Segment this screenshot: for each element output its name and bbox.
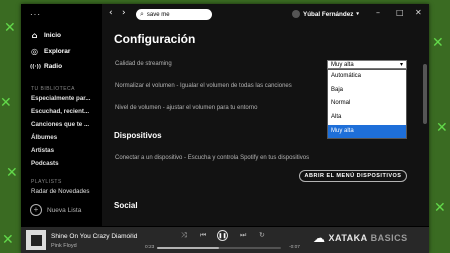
playlist-item[interactable]: Radar de Novedades xyxy=(31,188,89,195)
normalize-volume-label: Normalizar el volumen - Igualar el volum… xyxy=(115,83,292,89)
close-icon[interactable]: ✕ xyxy=(415,8,422,17)
new-playlist-label: Nueva Lista xyxy=(47,206,82,214)
watermark-brand: XATAKA xyxy=(328,233,368,243)
page-title: Configuración xyxy=(114,32,196,46)
search-icon: ⌕ xyxy=(140,10,144,18)
repeat-icon[interactable]: ↻ xyxy=(259,231,265,239)
quality-option[interactable]: Baja xyxy=(328,84,406,98)
progress-fill xyxy=(157,247,219,249)
streaming-quality-label: Calidad de streaming xyxy=(115,61,172,67)
nav-browse-label: Explorar xyxy=(44,48,71,55)
home-icon: ⌂ xyxy=(31,31,38,40)
library-item[interactable]: Especialmente par... xyxy=(31,95,91,102)
xataka-logo-icon: ☁ xyxy=(313,231,326,245)
search-box[interactable]: ⌕ xyxy=(136,9,212,20)
plus-icon: + xyxy=(30,204,42,216)
sidebar: ··· ⌂ Inicio ◎ Explorar ((·)) Radio TU B… xyxy=(21,4,102,226)
new-playlist-button[interactable]: + Nueva Lista xyxy=(30,204,81,216)
progress-bar[interactable] xyxy=(157,247,281,249)
devices-section-title: Dispositivos xyxy=(114,131,162,140)
nav-home[interactable]: ⌂ Inicio xyxy=(30,31,61,40)
nav-home-label: Inicio xyxy=(44,32,61,39)
select-value: Muy alta xyxy=(331,61,354,68)
next-icon[interactable]: ⏭ xyxy=(240,231,246,240)
quality-option[interactable]: Automática xyxy=(328,70,406,84)
watermark-sub: BASICS xyxy=(370,233,408,243)
menu-dots-icon[interactable]: ··· xyxy=(30,10,41,19)
main-panel: ‹ › ⌕ Yúbal Fernández ▾ – □ ✕ Configurac… xyxy=(102,4,429,226)
streaming-quality-select[interactable]: Muy alta ▾ xyxy=(327,60,407,69)
chevron-down-icon: ▾ xyxy=(356,11,359,17)
settings-content: Configuración Calidad de streaming Norma… xyxy=(114,26,414,226)
quality-option-selected[interactable]: Muy alta xyxy=(328,124,406,139)
library-item[interactable]: Álbumes xyxy=(31,134,57,141)
heart-icon[interactable]: ♡ xyxy=(128,232,134,240)
shuffle-icon[interactable]: ⤨ xyxy=(181,231,187,240)
minimize-icon[interactable]: – xyxy=(376,8,380,17)
library-item[interactable]: Artistas xyxy=(31,147,54,154)
nav-radio[interactable]: ((·)) Radio xyxy=(30,63,62,70)
nav-browse[interactable]: ◎ Explorar xyxy=(30,47,70,56)
search-input[interactable] xyxy=(146,11,202,18)
devices-label: Conectar a un dispositivo - Escucha y co… xyxy=(115,155,310,161)
remaining-time: -0:07 xyxy=(289,245,300,250)
nav-radio-label: Radio xyxy=(44,63,63,70)
forward-arrow-icon[interactable]: › xyxy=(122,8,126,18)
avatar xyxy=(292,10,300,18)
spotify-window: ··· ⌂ Inicio ◎ Explorar ((·)) Radio TU B… xyxy=(21,4,429,253)
library-item[interactable]: Canciones que te ... xyxy=(31,121,89,128)
maximize-icon[interactable]: □ xyxy=(396,8,404,17)
top-bar: ‹ › ⌕ Yúbal Fernández ▾ – □ ✕ xyxy=(102,4,429,24)
volume-level-label: Nivel de volumen - ajustar el volumen pa… xyxy=(115,105,258,111)
quality-dropdown: Automática Baja Normal Alta Muy alta xyxy=(327,69,407,140)
pause-button[interactable]: ❚❚ xyxy=(217,230,228,241)
track-title[interactable]: Shine On You Crazy Diamond xyxy=(51,233,137,240)
open-devices-button[interactable]: ABRIR EL MENÚ DISPOSITIVOS xyxy=(299,170,407,182)
quality-option[interactable]: Normal xyxy=(328,97,406,111)
album-cover[interactable] xyxy=(26,230,46,250)
radio-icon: ((·)) xyxy=(30,63,42,70)
back-arrow-icon[interactable]: ‹ xyxy=(109,8,113,18)
user-menu[interactable]: Yúbal Fernández ▾ xyxy=(292,10,359,18)
scrollbar[interactable] xyxy=(423,64,427,124)
user-name: Yúbal Fernández xyxy=(303,10,354,18)
social-section-title: Social xyxy=(114,201,138,210)
library-item[interactable]: Podcasts xyxy=(31,160,59,167)
elapsed-time: 0:23 xyxy=(145,245,155,250)
pause-icon: ❚❚ xyxy=(218,232,227,239)
track-artist[interactable]: Pink Floyd xyxy=(51,243,77,249)
chevron-down-icon: ▾ xyxy=(399,62,403,68)
playlists-section-title: PLAYLISTS xyxy=(31,179,62,185)
xataka-watermark: ☁ XATAKA BASICS xyxy=(313,229,443,247)
library-item[interactable]: Escuchad, recient... xyxy=(31,108,89,115)
quality-option[interactable]: Alta xyxy=(328,111,406,125)
library-section-title: TU BIBLIOTECA xyxy=(31,86,76,92)
browse-icon: ◎ xyxy=(31,47,38,56)
previous-icon[interactable]: ⏮ xyxy=(200,231,206,240)
